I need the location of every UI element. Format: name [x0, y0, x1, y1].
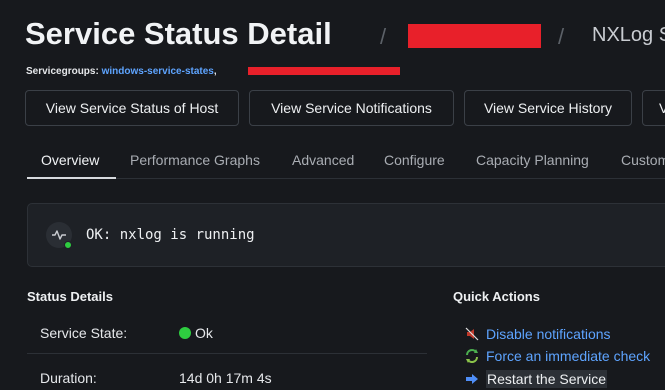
- duration-value: 14d 0h 17m 4s: [179, 370, 272, 386]
- service-state-text: Ok: [195, 325, 213, 341]
- tab-configure[interactable]: Configure: [384, 152, 445, 168]
- servicegroup-link[interactable]: windows-service-states: [102, 66, 214, 77]
- breadcrumb-separator: /: [558, 24, 565, 49]
- disable-notifications-action[interactable]: Disable notifications: [464, 326, 611, 342]
- restart-service-action[interactable]: Restart the Service: [464, 370, 608, 388]
- tab-overview[interactable]: Overview: [41, 152, 99, 168]
- mute-speaker-icon: [464, 326, 480, 342]
- disable-notifications-link[interactable]: Disable notifications: [486, 326, 611, 342]
- service-state-label: Service State:: [40, 325, 128, 341]
- active-tab-indicator: [27, 177, 116, 179]
- right-arrow-icon: [464, 371, 480, 387]
- breadcrumb-service[interactable]: NXLog S: [592, 24, 665, 47]
- tab-capacity-planning[interactable]: Capacity Planning: [476, 152, 589, 168]
- status-output-text: OK: nxlog is running: [86, 227, 255, 243]
- breadcrumb-separator: /: [380, 24, 387, 49]
- status-ok-indicator: [64, 241, 72, 249]
- status-details-heading: Status Details: [27, 289, 113, 304]
- tab-performance-graphs[interactable]: Performance Graphs: [130, 152, 260, 168]
- servicegroup-comma: ,: [213, 66, 217, 77]
- servicegroups-label: Servicegroups:: [26, 66, 99, 77]
- view-host-status-button[interactable]: View Service Status of Host: [25, 90, 239, 126]
- quick-actions-heading: Quick Actions: [453, 289, 540, 304]
- restart-service-link[interactable]: Restart the Service: [486, 370, 608, 388]
- page-title: Service Status Detail: [25, 16, 332, 51]
- view-more-button[interactable]: V: [642, 90, 665, 126]
- duration-label: Duration:: [40, 370, 97, 386]
- service-state-value: Ok: [179, 325, 213, 341]
- force-check-action[interactable]: Force an immediate check: [464, 348, 650, 364]
- view-history-button[interactable]: View Service History: [464, 90, 632, 126]
- row-divider: [27, 353, 427, 354]
- refresh-arrows-icon: [464, 348, 480, 364]
- view-notifications-button[interactable]: View Service Notifications: [249, 90, 454, 126]
- servicegroups-line: Servicegroups: windows-service-states,: [26, 66, 217, 77]
- force-check-link[interactable]: Force an immediate check: [486, 348, 650, 364]
- redacted-servicegroup: [248, 67, 400, 75]
- tab-divider: [27, 178, 665, 179]
- redacted-host-crumb: [408, 24, 541, 48]
- tab-advanced[interactable]: Advanced: [292, 152, 354, 168]
- ok-status-dot: [179, 327, 191, 339]
- tab-custom[interactable]: Custom: [621, 152, 665, 168]
